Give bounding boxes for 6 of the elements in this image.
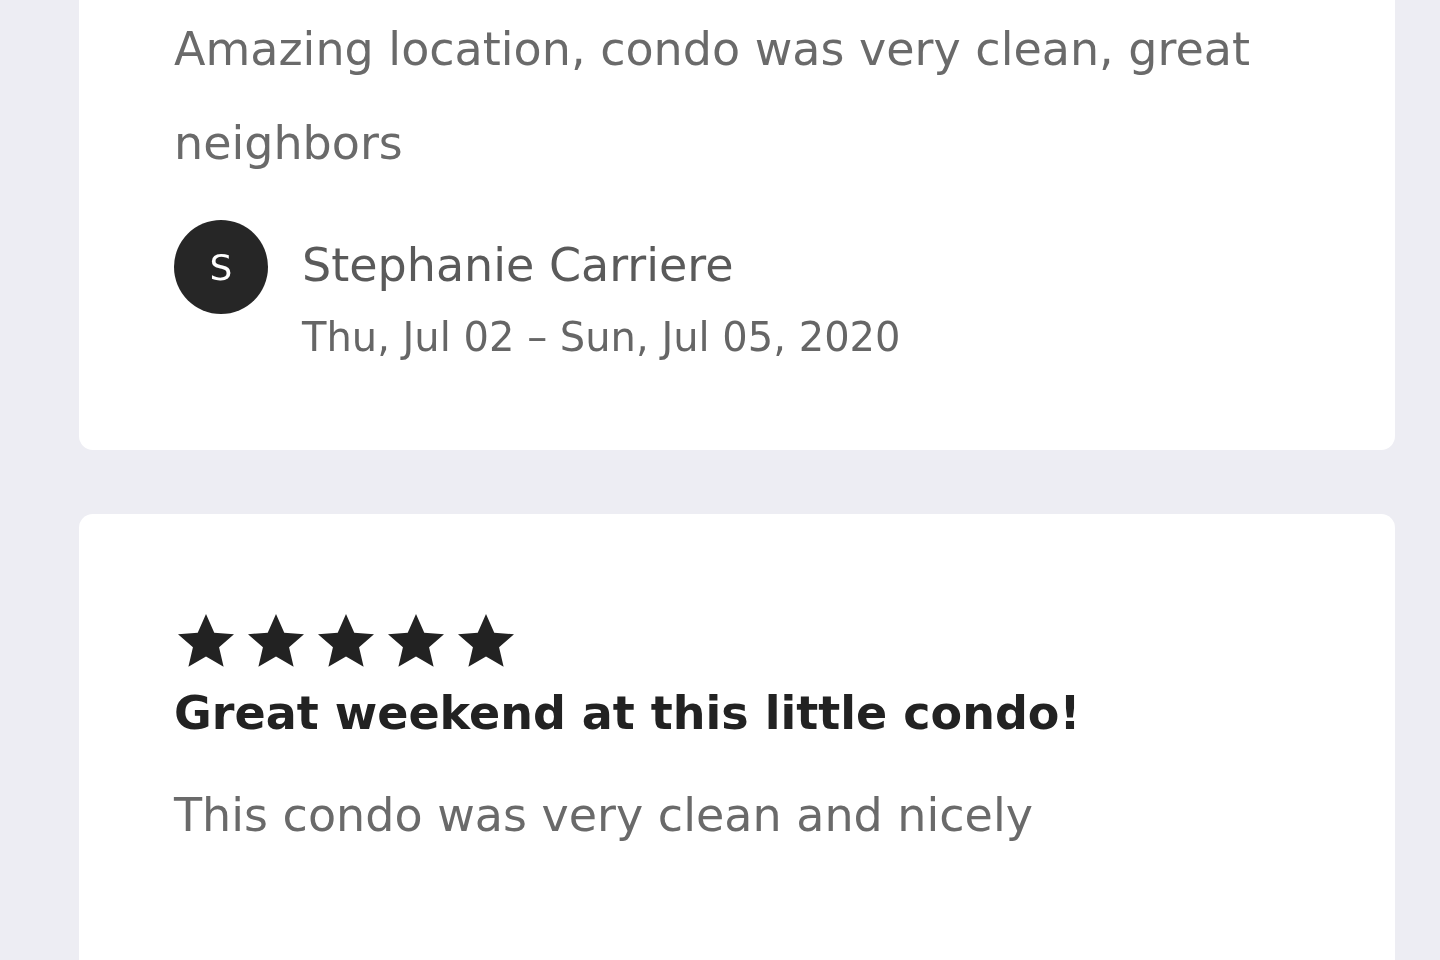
review-text: This condo was very clean and nicely <box>174 787 1034 844</box>
avatar-initial: S <box>174 220 268 314</box>
review-text: Amazing location, condo was very clean, great neighbors <box>174 21 1251 172</box>
stay-dates: Thu, Jul 02 – Sun, Jul 05, 2020 <box>302 314 901 360</box>
reviewer-name: Stephanie Carriere <box>302 238 735 292</box>
review-title: Great weekend at this little condo! <box>174 686 1082 740</box>
